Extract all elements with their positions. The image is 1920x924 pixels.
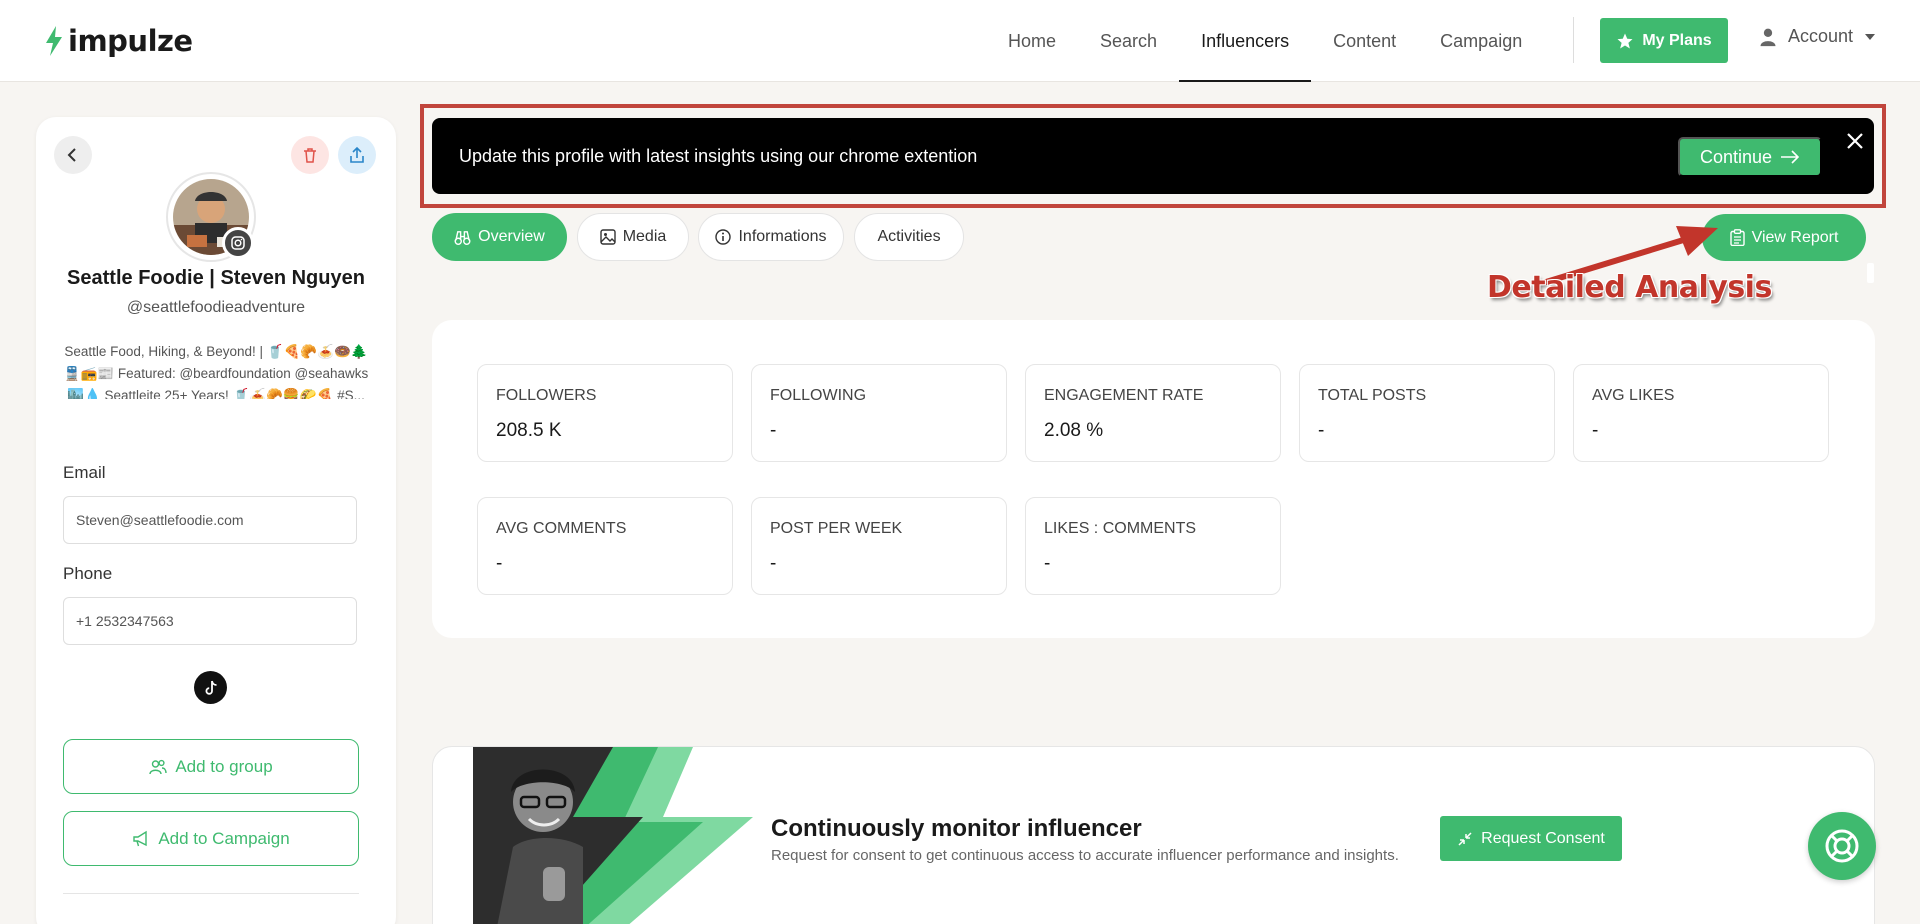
view-report-label: View Report	[1751, 228, 1839, 246]
tab-informations[interactable]: Informations	[698, 213, 844, 261]
logo-text: impulze	[68, 24, 193, 58]
stats-card: FOLLOWERS 208.5 K FOLLOWING - ENGAGEMENT…	[432, 320, 1875, 638]
stat-label: LIKES : COMMENTS	[1044, 520, 1197, 537]
back-button[interactable]	[54, 136, 92, 174]
stat-likes-comments: LIKES : COMMENTS -	[1025, 497, 1281, 595]
clipboard-icon	[1729, 229, 1745, 246]
chevron-left-icon	[67, 148, 76, 162]
profile-panel: Seattle Foodie | Steven Nguyen @seattlef…	[36, 117, 396, 924]
extension-banner: Update this profile with latest insights…	[432, 118, 1874, 194]
stat-value: -	[770, 553, 777, 574]
stat-following: FOLLOWING -	[751, 364, 1007, 462]
nav-divider	[1573, 17, 1574, 63]
account-label: Account	[1788, 26, 1854, 46]
stat-label: FOLLOWERS	[496, 387, 597, 404]
instagram-icon	[222, 227, 254, 259]
monitor-title: Continuously monitor influencer	[771, 815, 1142, 842]
stat-value: -	[770, 420, 777, 441]
tab-media[interactable]: Media	[577, 213, 689, 261]
my-plans-label: My Plans	[1642, 31, 1712, 49]
compress-icon	[1458, 831, 1472, 846]
monitor-illustration	[473, 747, 753, 924]
top-navbar: impulze Home Search Influencers Content …	[0, 0, 1920, 82]
close-icon[interactable]	[1844, 130, 1866, 152]
profile-name: Seattle Foodie | Steven Nguyen	[67, 267, 365, 289]
user-icon	[1760, 28, 1776, 46]
star-icon	[1617, 33, 1633, 48]
tab-informations-label: Informations	[738, 228, 827, 245]
caret-down-icon	[1865, 33, 1876, 40]
stat-label: POST PER WEEK	[770, 520, 903, 537]
add-to-group-label: Add to group	[175, 756, 273, 776]
add-to-campaign-label: Add to Campaign	[158, 828, 290, 848]
add-to-campaign-button[interactable]: Add to Campaign	[63, 811, 359, 866]
stat-total-posts: TOTAL POSTS -	[1299, 364, 1555, 462]
stat-value: -	[1592, 420, 1599, 441]
monitor-description: Request for consent to get continuous ac…	[771, 847, 1399, 864]
profile-handle: @seattlefoodieadventure	[126, 299, 306, 316]
binoculars-icon	[454, 230, 471, 245]
tab-activities[interactable]: Activities	[854, 213, 964, 261]
stat-value: -	[1044, 553, 1051, 574]
nav-content[interactable]: Content	[1311, 0, 1418, 82]
arrow-right-icon	[1781, 150, 1800, 164]
trash-icon	[304, 148, 316, 163]
lightning-bolt-icon	[46, 26, 62, 56]
stat-value: 208.5 K	[496, 420, 562, 441]
image-icon	[600, 229, 616, 245]
delete-button[interactable]	[291, 136, 329, 174]
sidebar-divider	[63, 893, 359, 894]
monitor-card: Continuously monitor influencer Request …	[432, 746, 1875, 924]
annotation-label: Detailed Analysis	[1487, 270, 1772, 305]
add-to-group-button[interactable]: Add to group	[63, 739, 359, 794]
stat-avg-likes: AVG LIKES -	[1573, 364, 1829, 462]
tab-media-label: Media	[622, 228, 667, 245]
scrollbar-thumb[interactable]	[1867, 263, 1874, 283]
stat-label: ENGAGEMENT RATE	[1044, 387, 1204, 404]
profile-bio: Seattle Food, Hiking, & Beyond! | 🥤🍕🥐🍝🍩🌲…	[63, 344, 369, 399]
users-icon	[149, 759, 168, 774]
tab-overview-label: Overview	[478, 228, 545, 245]
share-button[interactable]	[338, 136, 376, 174]
upload-icon	[350, 146, 364, 163]
impulze-logo[interactable]: impulze	[44, 24, 193, 58]
email-label: Email	[63, 463, 106, 482]
nav-home[interactable]: Home	[986, 0, 1078, 82]
main-nav: Home Search Influencers Content Campaign	[986, 0, 1544, 82]
info-icon	[715, 229, 732, 245]
stat-value: -	[1318, 420, 1325, 441]
stat-label: AVG LIKES	[1592, 387, 1675, 404]
stat-label: FOLLOWING	[770, 387, 867, 404]
stat-label: TOTAL POSTS	[1318, 387, 1427, 404]
nav-search[interactable]: Search	[1078, 0, 1179, 82]
request-consent-button[interactable]: Request Consent	[1440, 816, 1622, 861]
tiktok-icon[interactable]	[194, 671, 227, 704]
continue-button[interactable]: Continue	[1678, 137, 1822, 177]
stat-avg-comments: AVG COMMENTS -	[477, 497, 733, 595]
nav-campaign[interactable]: Campaign	[1418, 0, 1544, 82]
stat-label: AVG COMMENTS	[496, 520, 627, 537]
email-field[interactable]	[63, 496, 357, 544]
phone-field[interactable]	[63, 597, 357, 645]
stat-value: -	[496, 553, 503, 574]
help-lifebuoy-icon[interactable]	[1808, 812, 1876, 880]
request-consent-label: Request Consent	[1481, 829, 1605, 847]
banner-text: Update this profile with latest insights…	[459, 146, 978, 166]
stat-engagement-rate: ENGAGEMENT RATE 2.08 %	[1025, 364, 1281, 462]
my-plans-button[interactable]: My Plans	[1600, 18, 1728, 63]
phone-label: Phone	[63, 564, 113, 583]
tab-activities-label: Activities	[877, 228, 941, 245]
continue-label: Continue	[1699, 146, 1773, 167]
megaphone-icon	[133, 830, 148, 846]
nav-influencers[interactable]: Influencers	[1179, 0, 1312, 82]
stat-followers: FOLLOWERS 208.5 K	[477, 364, 733, 462]
stat-post-per-week: POST PER WEEK -	[751, 497, 1007, 595]
stat-value: 2.08 %	[1044, 420, 1104, 441]
account-menu[interactable]: Account	[1758, 26, 1877, 47]
tab-overview[interactable]: Overview	[432, 213, 567, 261]
